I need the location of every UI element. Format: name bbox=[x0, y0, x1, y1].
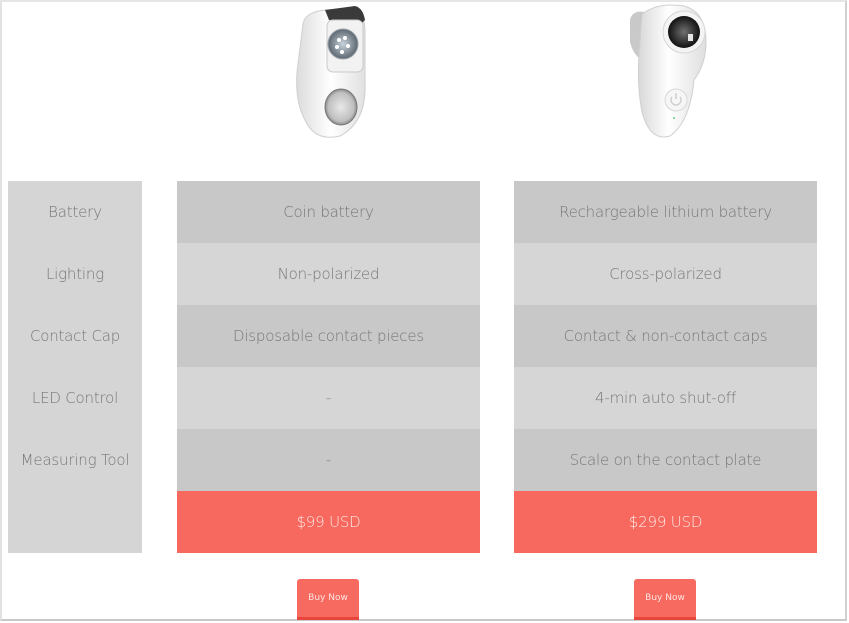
feature-label-column: Battery Lighting Contact Cap LED Control… bbox=[8, 181, 142, 553]
buy-now-button-basic[interactable]: Buy Now bbox=[297, 579, 359, 620]
plan-column-advanced: Rechargeable lithium battery Cross-polar… bbox=[514, 181, 817, 553]
plan-advanced-price: $299 USD bbox=[514, 491, 817, 553]
plan-basic-price: $99 USD bbox=[177, 491, 480, 553]
plan-basic-measuring-tool: - bbox=[177, 429, 480, 491]
plan-basic-led-control: - bbox=[177, 367, 480, 429]
product-image-basic bbox=[296, 6, 366, 138]
plan-advanced-battery: Rechargeable lithium battery bbox=[514, 181, 817, 243]
plan-advanced-led-control: 4-min auto shut-off bbox=[514, 367, 817, 429]
plan-basic-battery: Coin battery bbox=[177, 181, 480, 243]
plan-column-basic: Coin battery Non-polarized Disposable co… bbox=[177, 181, 480, 553]
product-image-advanced bbox=[630, 4, 707, 138]
buy-now-button-advanced[interactable]: Buy Now bbox=[634, 579, 696, 620]
feature-label-battery: Battery bbox=[48, 203, 102, 221]
plan-basic-contact-cap: Disposable contact pieces bbox=[177, 305, 480, 367]
feature-label-led-control: LED Control bbox=[31, 389, 119, 407]
plan-advanced-contact-cap: Contact & non-contact caps bbox=[514, 305, 817, 367]
feature-label-lighting: Lighting bbox=[46, 265, 104, 283]
plan-advanced-lighting: Cross-polarized bbox=[514, 243, 817, 305]
plan-basic-lighting: Non-polarized bbox=[177, 243, 480, 305]
plan-advanced-measuring-tool: Scale on the contact plate bbox=[514, 429, 817, 491]
feature-label-measuring-tool: Measuring Tool bbox=[20, 451, 130, 469]
feature-label-contact-cap: Contact Cap bbox=[29, 327, 121, 345]
